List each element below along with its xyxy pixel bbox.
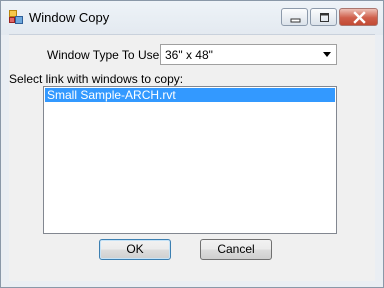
dialog-body: Window Type To Use: 36" x 48" Select lin… — [9, 34, 375, 281]
close-button[interactable] — [339, 8, 378, 26]
minimize-icon — [290, 18, 301, 23]
window-title: Window Copy — [29, 10, 110, 25]
window-type-label: Window Type To Use: — [47, 48, 163, 62]
cancel-button[interactable]: Cancel — [200, 239, 272, 260]
list-item[interactable]: Small Sample-ARCH.rvt — [45, 88, 335, 102]
window-copy-dialog: Window Copy Window Type To Use: 36" x 48… — [0, 0, 384, 288]
minimize-button[interactable] — [281, 8, 308, 26]
link-listbox[interactable]: Small Sample-ARCH.rvt — [43, 86, 337, 234]
chevron-down-icon — [323, 52, 331, 57]
window-type-value: 36" x 48" — [165, 48, 213, 62]
maximize-button[interactable] — [310, 8, 337, 26]
window-type-dropdown[interactable]: 36" x 48" — [160, 44, 337, 65]
app-windows-icon — [9, 10, 23, 24]
close-icon — [353, 11, 366, 24]
title-bar[interactable]: Window Copy — [1, 1, 383, 35]
select-link-label: Select link with windows to copy: — [9, 72, 184, 86]
maximize-icon — [320, 13, 329, 22]
ok-button[interactable]: OK — [99, 239, 171, 260]
